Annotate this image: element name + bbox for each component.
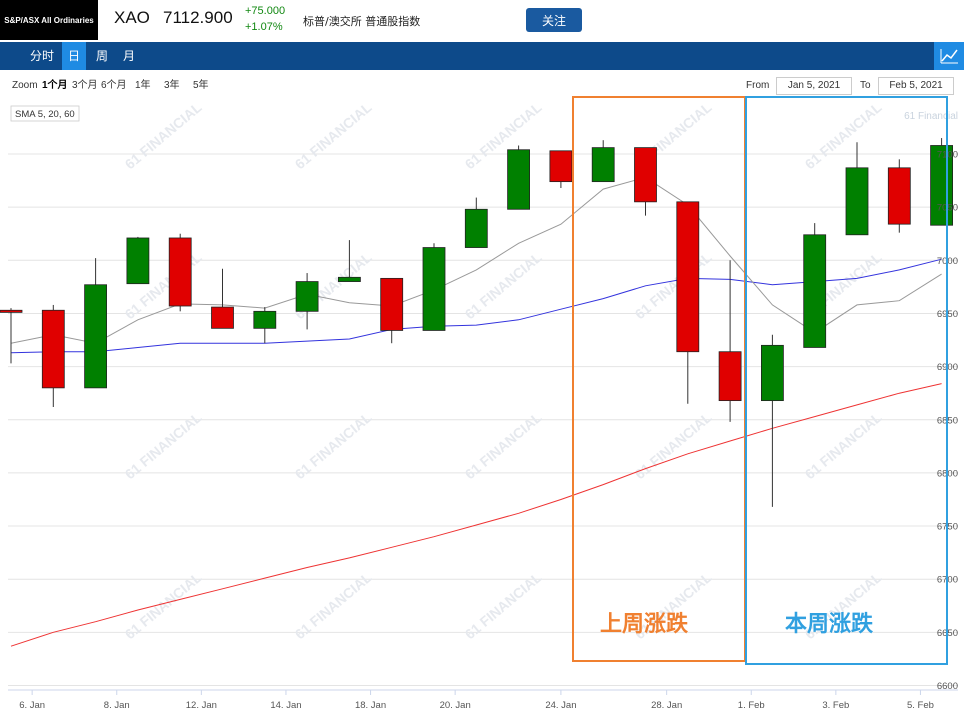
candle <box>718 260 742 422</box>
candle-body-down <box>380 277 404 331</box>
candle <box>845 142 869 236</box>
watermark-text: 61 FINANCIAL <box>462 569 545 643</box>
this-week-label: 本周涨跌 <box>785 612 874 637</box>
candle-body-up <box>295 281 319 312</box>
candle-body-up <box>803 234 827 348</box>
watermark-text: 61 FINANCIAL <box>462 249 545 323</box>
candle-body-down <box>887 167 911 225</box>
candle-body-down <box>676 201 700 353</box>
x-tick-label: 5. Feb <box>907 700 934 711</box>
candle <box>803 223 827 348</box>
candle <box>84 258 107 389</box>
candle <box>549 150 573 189</box>
candle-body-up <box>464 208 488 248</box>
candle <box>126 236 150 285</box>
candle-body-up <box>845 167 869 236</box>
candle-body-down <box>0 309 23 313</box>
indicator-label: SMA 5, 20, 60 <box>15 109 75 120</box>
candle <box>211 268 234 329</box>
candle <box>253 307 277 344</box>
x-tick-label: 3. Feb <box>822 700 849 711</box>
candle-body-down <box>41 309 65 389</box>
candle-body-down <box>634 147 657 203</box>
candle <box>422 243 446 331</box>
watermark-text: 61 FINANCIAL <box>292 99 375 173</box>
watermark-text: 61 FINANCIAL <box>292 569 375 643</box>
candle-body-up <box>84 284 107 389</box>
candle <box>41 304 65 407</box>
candle-body-up <box>591 147 615 183</box>
candle <box>295 273 319 330</box>
watermark-text: 61 FINANCIAL <box>122 569 205 643</box>
x-tick-label: 6. Jan <box>19 700 45 711</box>
x-tick-label: 28. Jan <box>651 700 682 711</box>
watermark-text: 61 FINANCIAL <box>632 249 715 323</box>
x-tick-label: 18. Jan <box>355 700 386 711</box>
candle <box>168 233 192 312</box>
candle-body-down <box>211 306 234 329</box>
candle <box>0 308 23 364</box>
last-week-label: 上周涨跌 <box>600 612 689 637</box>
candle-body-up <box>422 247 446 331</box>
watermark-corner: 61 Financial <box>904 111 958 122</box>
candle-body-up <box>507 149 531 210</box>
candle <box>380 277 404 344</box>
candle-body-down <box>549 150 573 183</box>
candle-body-down <box>718 351 742 402</box>
candle-body-up <box>253 310 277 329</box>
candle-body-down <box>168 237 192 307</box>
sma60-line <box>10 383 942 647</box>
x-axis: 6. Jan 8. Jan 12. Jan 14. Jan 18. Jan 20. Jan… <box>8 689 958 711</box>
candle <box>464 197 488 248</box>
x-tick-label: 24. Jan <box>545 700 576 711</box>
candle <box>887 159 911 233</box>
watermark-text: 61 FINANCIAL <box>802 99 885 173</box>
x-tick-label: 8. Jan <box>104 700 130 711</box>
candle-body-up <box>761 344 784 402</box>
x-tick-label: 20. Jan <box>440 700 471 711</box>
candle <box>761 334 784 507</box>
candle-body-up <box>126 237 150 285</box>
candlestick-chart: 61 FINANCIAL 61 FINANCIAL 61 FINANCIAL 61 F… <box>0 96 958 711</box>
watermark-text: 61 FINANCIAL <box>462 99 545 173</box>
watermark-text: 61 FINANCIAL <box>122 99 205 173</box>
candle <box>591 140 615 183</box>
candle <box>507 145 531 210</box>
candle <box>634 147 657 216</box>
x-tick-label: 14. Jan <box>270 700 301 711</box>
candle <box>676 201 700 404</box>
x-tick-label: 1. Feb <box>738 700 765 711</box>
x-tick-label: 12. Jan <box>186 700 217 711</box>
indicator-legend: SMA 5, 20, 60 <box>10 105 80 122</box>
candle-body-up <box>337 276 361 282</box>
